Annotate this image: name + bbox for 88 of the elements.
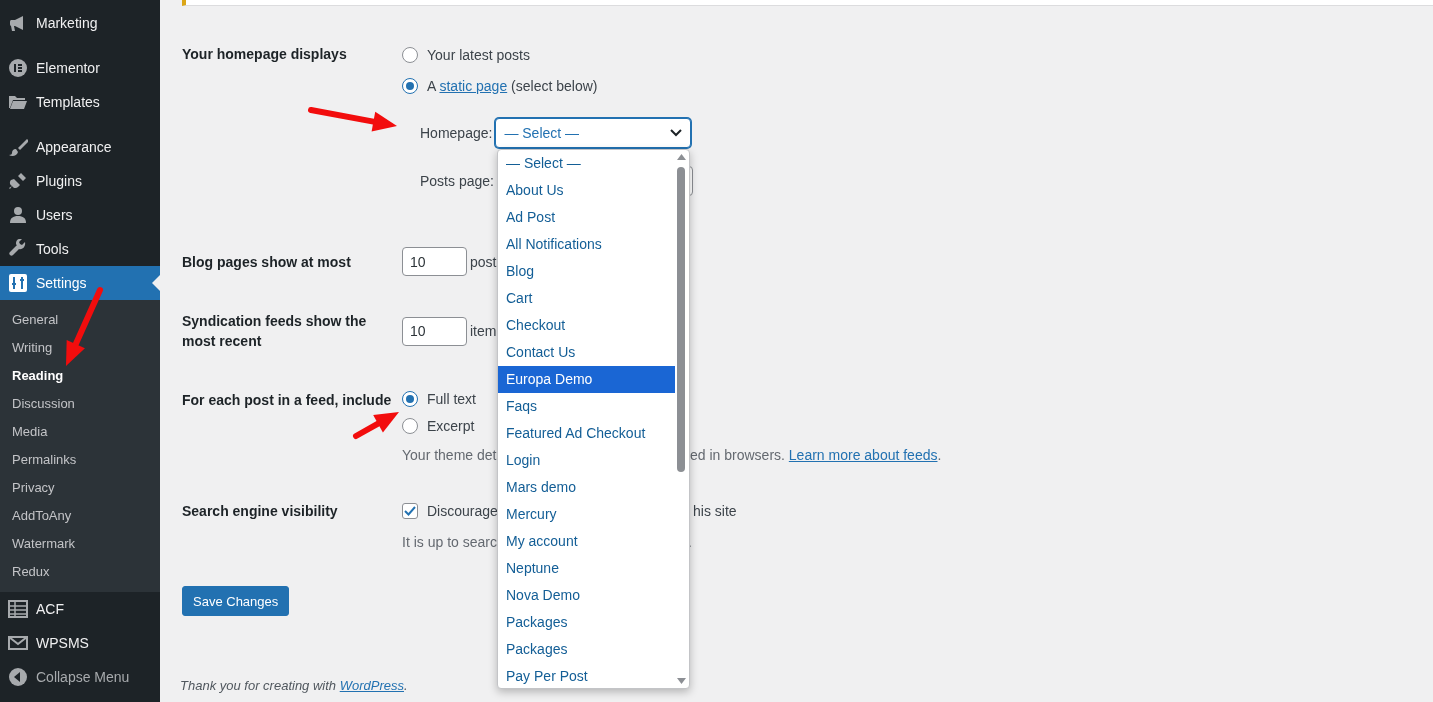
dropdown-option[interactable]: Pay Per Post	[498, 663, 675, 688]
menu-item[interactable]: Tools	[0, 232, 160, 266]
submenu-item[interactable]: Redux	[0, 557, 160, 585]
menu-pointer-icon	[152, 275, 160, 291]
static-page-link[interactable]: static page	[439, 77, 508, 94]
dropdown-option[interactable]: All Notifications	[498, 231, 675, 258]
dropdown-option[interactable]: Packages	[498, 636, 675, 663]
dropdown-option[interactable]: Packages	[498, 609, 675, 636]
plug-icon	[8, 171, 28, 191]
submenu-item[interactable]: Discussion	[0, 389, 160, 417]
dropdown-option[interactable]: My account	[498, 528, 675, 555]
radio-button[interactable]	[402, 417, 418, 434]
radio-label: Full text	[427, 390, 476, 407]
description-text: .	[688, 534, 692, 550]
menu-item[interactable]: Users	[0, 198, 160, 232]
radio-button[interactable]	[402, 77, 418, 94]
description-text: It is up to searc	[402, 534, 496, 550]
submenu-item[interactable]: Writing	[0, 333, 160, 361]
menu-item[interactable]: Plugins	[0, 164, 160, 198]
dropdown-option[interactable]: Mars demo	[498, 474, 675, 501]
wrench-icon	[8, 239, 28, 259]
number-field[interactable]: 10	[402, 247, 467, 276]
save-button[interactable]: Save Changes	[182, 586, 290, 616]
dropdown-option[interactable]: About Us	[498, 177, 675, 204]
submenu-item[interactable]: Watermark	[0, 529, 160, 557]
radio-button[interactable]	[402, 46, 418, 63]
menu-item[interactable]: Elementor	[0, 51, 160, 85]
user-icon	[8, 205, 28, 225]
field-label: Posts page:	[420, 173, 494, 189]
dropdown-option[interactable]: Mercury	[498, 501, 675, 528]
dropdown-option[interactable]: Login	[498, 447, 675, 474]
annotation-arrow	[353, 412, 399, 439]
field-label: Your homepage displays	[182, 45, 348, 64]
menu-item[interactable]: Marketing	[0, 6, 160, 40]
radio-label: Your latest posts	[427, 46, 530, 63]
wordpress-link[interactable]: WordPress	[339, 678, 404, 693]
checkbox-label: Discourage	[427, 503, 498, 519]
collapse-icon	[8, 667, 28, 687]
menu-item[interactable]: Settings	[0, 266, 160, 300]
checkmark-icon	[404, 506, 416, 516]
checkbox-label: his site	[693, 503, 737, 519]
scroll-up-icon	[677, 154, 686, 160]
checkbox[interactable]	[402, 503, 418, 519]
menu-item[interactable]: Appearance	[0, 130, 160, 164]
menu-item[interactable]: ACF	[0, 592, 160, 626]
dropdown-option[interactable]: Blog	[498, 258, 675, 285]
dropdown-option[interactable]: Faqs	[498, 393, 675, 420]
dropdown-option[interactable]: Europa Demo	[498, 366, 675, 393]
envelope-icon	[8, 633, 28, 653]
scroll-down-icon	[677, 678, 686, 684]
submenu-item[interactable]: Media	[0, 417, 160, 445]
number-field[interactable]: 10	[402, 316, 467, 346]
dropdown-option[interactable]: Checkout	[498, 312, 675, 339]
menu-item[interactable]: Templates	[0, 85, 160, 119]
paintbrush-icon	[8, 137, 28, 157]
menu-item[interactable]: Collapse Menu	[0, 660, 160, 694]
field-label: For each post in a feed, include	[182, 391, 393, 410]
dropdown-option[interactable]: Ad Post	[498, 204, 675, 231]
dropdown-option[interactable]: Contact Us	[498, 339, 675, 366]
table-icon	[8, 599, 28, 619]
submenu-item[interactable]: Reading	[0, 361, 160, 389]
submenu-item[interactable]: Permalinks	[0, 445, 160, 473]
submenu-item[interactable]: General	[0, 305, 160, 333]
description-text: ed in browsers. Learn more about feeds.	[690, 446, 942, 463]
sliders-icon	[8, 273, 28, 293]
submenu-item[interactable]: AddToAny	[0, 501, 160, 529]
dropdown-option[interactable]: Cart	[498, 285, 675, 312]
dropdown-option[interactable]: Featured Ad Checkout	[498, 420, 675, 447]
radio-label: Excerpt	[427, 417, 475, 434]
scrollbar-thumb[interactable]	[677, 167, 685, 472]
field-label: Homepage:	[420, 125, 493, 141]
field-label: Syndication feeds show the most recent	[182, 312, 368, 351]
dropdown-option[interactable]: Nova Demo	[498, 582, 675, 609]
menu-item[interactable]: WPSMS	[0, 626, 160, 660]
radio-button[interactable]	[402, 390, 418, 407]
elementor-icon	[8, 58, 28, 78]
radio-label: A static page (select below)	[427, 77, 598, 94]
dropdown-option[interactable]: — Select —	[498, 150, 675, 177]
footer-text: Thank you for creating with WordPress.	[180, 678, 408, 693]
description-text: Your theme det	[402, 446, 496, 463]
unit-label: post	[470, 253, 497, 270]
dropdown-option[interactable]: Neptune	[498, 555, 675, 582]
field-label: Search engine visibility	[182, 502, 339, 521]
homepage-select[interactable]: — Select —	[495, 118, 692, 148]
chevron-down-icon	[670, 129, 683, 137]
field-label: Blog pages show at most	[182, 252, 352, 272]
unit-label: item	[470, 323, 497, 339]
submenu-item[interactable]: Privacy	[0, 473, 160, 501]
